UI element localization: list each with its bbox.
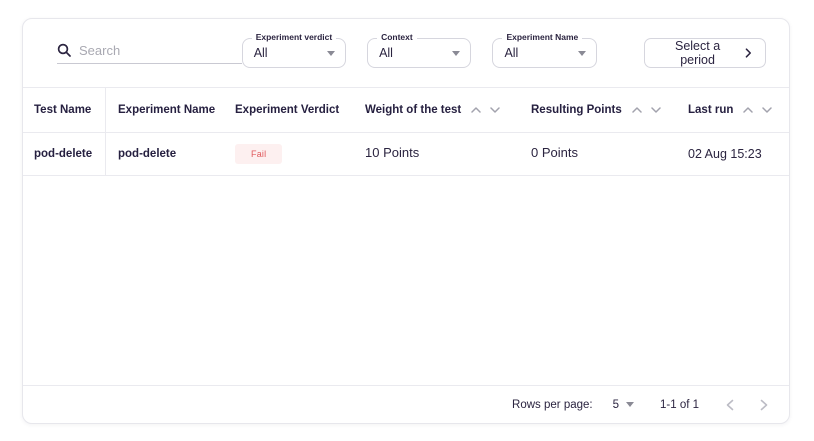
column-header-last-run: Last run xyxy=(666,88,789,132)
experiment-name-select[interactable]: Experiment Name All xyxy=(492,38,596,68)
last-run-value: 02 Aug 15:23 xyxy=(688,147,762,161)
test-name-value: pod-delete xyxy=(34,148,92,160)
select-label: Experiment Name xyxy=(502,32,582,43)
select-period-label: Select a period xyxy=(658,39,738,67)
search-field[interactable] xyxy=(57,43,242,64)
experiment-verdict-select[interactable]: Experiment verdict All xyxy=(242,38,346,68)
sort-controls xyxy=(632,107,661,113)
column-label: Experiment Verdict xyxy=(235,104,339,116)
sort-descending-icon[interactable] xyxy=(651,107,661,113)
cell-weight: 10 Points xyxy=(353,133,519,175)
chevron-left-icon xyxy=(726,399,734,411)
resulting-points-value: 0 Points xyxy=(531,145,578,160)
table-empty-area xyxy=(23,176,789,385)
caret-down-icon xyxy=(626,402,634,407)
filter-toolbar: Experiment verdict All Context All Exper… xyxy=(23,19,789,87)
select-value: All xyxy=(379,46,393,60)
rows-per-page-select[interactable]: 5 xyxy=(613,399,634,411)
select-value: All xyxy=(254,46,268,60)
select-period-button[interactable]: Select a period xyxy=(644,38,766,68)
rows-per-page-label: Rows per page: xyxy=(512,399,593,411)
select-value: All xyxy=(504,46,518,60)
search-icon xyxy=(57,43,71,57)
chevron-right-icon xyxy=(760,399,768,411)
sort-controls xyxy=(743,107,772,113)
search-input[interactable] xyxy=(79,43,242,58)
sort-controls xyxy=(471,107,500,113)
column-header-experiment-verdict: Experiment Verdict xyxy=(223,88,353,132)
column-label: Weight of the test xyxy=(365,104,461,116)
experiment-name-value: pod-delete xyxy=(118,148,176,160)
sort-descending-icon[interactable] xyxy=(762,107,772,113)
column-label: Test Name xyxy=(34,104,91,116)
chaos-tests-panel: Experiment verdict All Context All Exper… xyxy=(22,18,790,424)
column-header-weight: Weight of the test xyxy=(353,88,519,132)
column-header-test-name: Test Name xyxy=(23,88,106,132)
table-row[interactable]: pod-delete pod-delete Fail 10 Points 0 P… xyxy=(23,132,789,176)
context-select[interactable]: Context All xyxy=(367,38,471,68)
cell-test-name: pod-delete xyxy=(23,133,106,175)
cell-experiment-verdict: Fail xyxy=(223,133,353,175)
results-table: Test Name Experiment Name Experiment Ver… xyxy=(23,87,789,385)
pagination-range: 1-1 of 1 xyxy=(660,399,699,411)
select-label: Experiment verdict xyxy=(252,32,337,43)
weight-value: 10 Points xyxy=(365,145,419,160)
column-label: Last run xyxy=(688,104,733,116)
caret-down-icon xyxy=(327,51,335,56)
cell-resulting-points: 0 Points xyxy=(519,133,666,175)
filter-group: Experiment verdict All Context All Exper… xyxy=(242,38,766,68)
select-label: Context xyxy=(377,32,417,43)
caret-down-icon xyxy=(452,51,460,56)
next-page-button[interactable] xyxy=(747,390,781,420)
column-label: Experiment Name xyxy=(118,104,215,116)
column-header-experiment-name: Experiment Name xyxy=(106,88,223,132)
cell-experiment-name: pod-delete xyxy=(106,133,223,175)
sort-ascending-icon[interactable] xyxy=(743,107,753,113)
sort-ascending-icon[interactable] xyxy=(471,107,481,113)
verdict-badge: Fail xyxy=(235,144,282,164)
column-header-resulting-points: Resulting Points xyxy=(519,88,666,132)
previous-page-button[interactable] xyxy=(713,390,747,420)
cell-last-run: 02 Aug 15:23 xyxy=(666,133,789,175)
sort-descending-icon[interactable] xyxy=(490,107,500,113)
pagination-bar: Rows per page: 5 1-1 of 1 xyxy=(23,385,789,423)
column-label: Resulting Points xyxy=(531,104,622,116)
weight-points: 10 Points xyxy=(365,145,419,164)
rows-per-page-value: 5 xyxy=(613,399,619,411)
table-header-row: Test Name Experiment Name Experiment Ver… xyxy=(23,87,789,132)
chevron-right-icon xyxy=(745,48,752,58)
caret-down-icon xyxy=(578,51,586,56)
resulting-points: 0 Points xyxy=(531,145,578,164)
sort-ascending-icon[interactable] xyxy=(632,107,642,113)
